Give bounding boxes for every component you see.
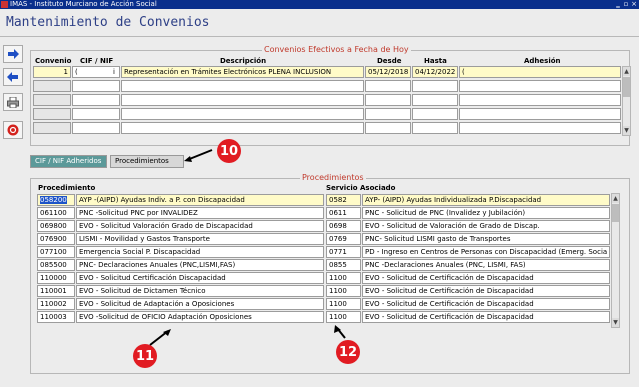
callout-badge: 11 bbox=[133, 344, 157, 368]
callout-badge: 12 bbox=[336, 340, 360, 364]
callout-arrow-head bbox=[184, 156, 192, 162]
callout-arrows bbox=[149, 149, 346, 346]
callout-badge: 10 bbox=[217, 139, 241, 163]
